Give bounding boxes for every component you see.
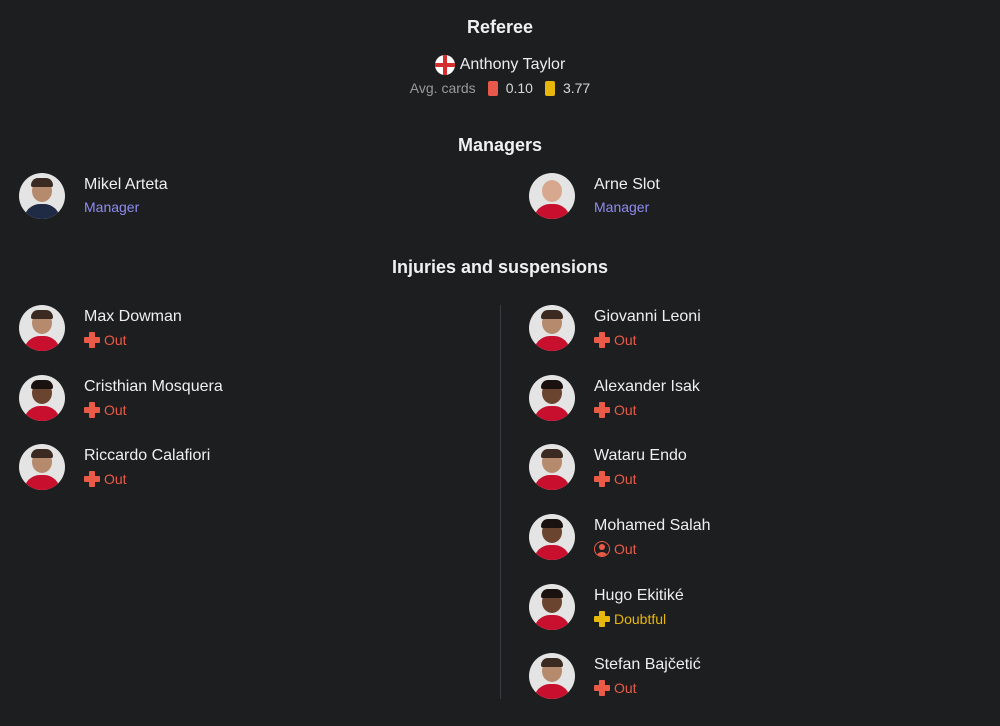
player-name: Alexander Isak [594, 378, 700, 395]
avg-cards-label: Avg. cards [409, 80, 476, 96]
manager-away[interactable]: Arne Slot Manager [529, 173, 929, 223]
yellow-card-icon [544, 80, 555, 96]
avatar [19, 305, 65, 351]
player-status: Out [84, 332, 127, 348]
referee-row[interactable]: Anthony Taylor [0, 55, 1000, 75]
status-label: Out [614, 541, 637, 557]
avatar [529, 305, 575, 351]
avatar [529, 514, 575, 560]
player-name: Riccardo Calafiori [84, 447, 211, 464]
injury-cross-icon [84, 332, 100, 348]
player-row[interactable]: Cristhian Mosquera Out [19, 375, 419, 425]
referee-name: Anthony Taylor [459, 56, 566, 73]
red-card-avg: 0.10 [505, 80, 533, 96]
player-status: Out [594, 332, 637, 348]
manager-role: Manager [84, 199, 140, 215]
player-name: Hugo Ekitiké [594, 587, 684, 604]
player-status: Out [594, 402, 637, 418]
player-status: Out [594, 680, 637, 696]
status-label: Out [104, 402, 127, 418]
avatar [529, 653, 575, 699]
avatar [19, 173, 65, 219]
status-label: Out [104, 332, 127, 348]
manager-name: Arne Slot [594, 176, 660, 193]
referee-title: Referee [466, 17, 534, 37]
player-row[interactable]: Giovanni Leoni Out [529, 305, 929, 355]
status-label: Out [104, 471, 127, 487]
manager-home[interactable]: Mikel Arteta Manager [19, 173, 419, 223]
avatar [529, 584, 575, 630]
england-flag-icon [434, 55, 455, 75]
player-name: Stefan Bajčetić [594, 656, 701, 673]
player-status: Out [594, 471, 637, 487]
player-name: Cristhian Mosquera [84, 378, 223, 395]
injury-cross-icon [594, 611, 610, 627]
avatar [529, 375, 575, 421]
player-row[interactable]: Max Dowman Out [19, 305, 419, 355]
manager-name: Mikel Arteta [84, 176, 168, 193]
status-label: Out [614, 471, 637, 487]
status-label: Out [614, 332, 637, 348]
player-name: Mohamed Salah [594, 517, 711, 534]
managers-title: Managers [457, 135, 543, 155]
status-label: Doubtful [614, 611, 667, 627]
status-label: Out [614, 402, 637, 418]
manager-role: Manager [594, 199, 650, 215]
player-row[interactable]: Stefan Bajčetić Out [529, 653, 929, 703]
injury-cross-icon [594, 471, 610, 487]
injury-cross-icon [594, 680, 610, 696]
avatar [19, 444, 65, 490]
player-row[interactable]: Wataru Endo Out [529, 444, 929, 494]
injury-cross-icon [594, 332, 610, 348]
avg-cards-row: Avg. cards 0.10 3.77 [0, 79, 1000, 97]
injuries-title: Injuries and suspensions [391, 257, 609, 277]
player-name: Giovanni Leoni [594, 308, 701, 325]
red-card-icon [487, 80, 498, 96]
column-divider [500, 305, 501, 699]
player-name: Wataru Endo [594, 447, 687, 464]
player-status: Out [594, 541, 637, 557]
injury-cross-icon [594, 402, 610, 418]
player-row[interactable]: Alexander Isak Out [529, 375, 929, 425]
status-label: Out [614, 680, 637, 696]
player-status: Out [84, 402, 127, 418]
player-status: Doubtful [594, 611, 666, 627]
injury-cross-icon [84, 402, 100, 418]
player-name: Max Dowman [84, 308, 182, 325]
player-row[interactable]: Mohamed Salah Out [529, 514, 929, 564]
avatar [529, 173, 575, 219]
avatar [19, 375, 65, 421]
player-row[interactable]: Riccardo Calafiori Out [19, 444, 419, 494]
player-row[interactable]: Hugo Ekitiké Doubtful [529, 584, 929, 634]
avatar [529, 444, 575, 490]
injury-cross-icon [84, 471, 100, 487]
yellow-card-avg: 3.77 [562, 80, 591, 96]
player-status: Out [84, 471, 127, 487]
suspension-person-icon [594, 541, 610, 557]
